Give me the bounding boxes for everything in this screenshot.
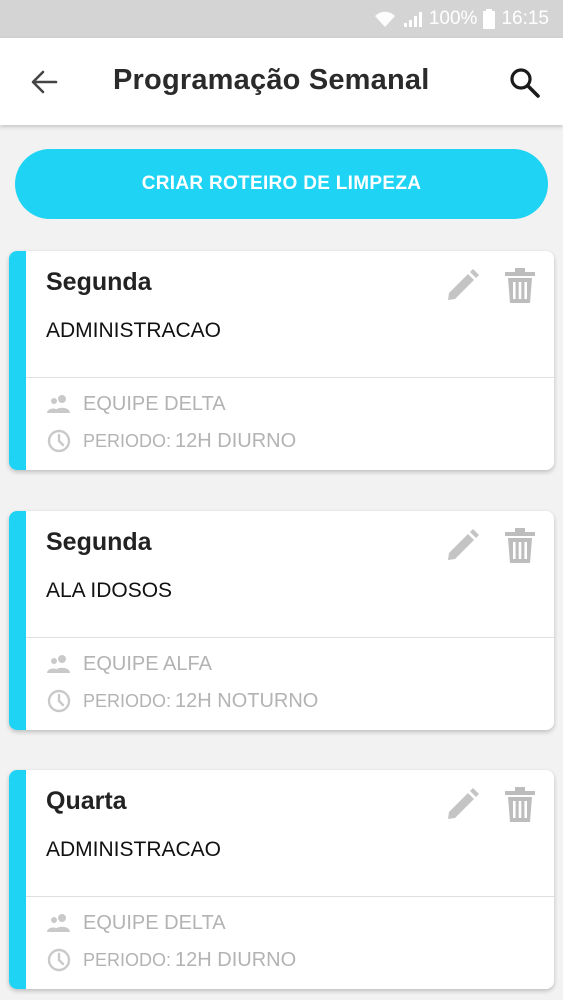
card-divider <box>26 377 554 378</box>
pencil-icon[interactable] <box>444 268 480 304</box>
arrow-left-icon[interactable] <box>28 66 60 98</box>
card-team-row: EQUIPE DELTA <box>46 910 226 936</box>
people-icon <box>47 655 70 673</box>
card-accent-bar <box>9 511 26 730</box>
card-period-row: PERIODO: 12H DIURNO <box>46 428 296 454</box>
clock-icon <box>47 689 71 713</box>
card-day: Segunda <box>46 268 152 296</box>
battery-percent: 100% <box>428 8 478 29</box>
card-divider <box>26 637 554 638</box>
card-accent-bar <box>9 251 26 470</box>
schedule-card[interactable]: Segunda ADMINISTRACAO EQUIPE DELTA PERIO… <box>9 251 554 470</box>
schedule-card[interactable]: Segunda ALA IDOSOS EQUIPE ALFA PERIODO: … <box>9 511 554 730</box>
card-area: ADMINISTRACAO <box>46 838 222 861</box>
card-day: Quarta <box>46 787 127 815</box>
card-period-label: PERIODO: <box>83 949 172 970</box>
card-team-row: EQUIPE ALFA <box>46 651 212 677</box>
clock-icon <box>47 429 71 453</box>
trash-icon[interactable] <box>503 268 537 304</box>
app-bar: Programação Semanal <box>0 38 563 125</box>
card-divider <box>26 896 554 897</box>
schedule-card[interactable]: Quarta ADMINISTRACAO EQUIPE DELTA PERIOD… <box>9 770 554 989</box>
card-period-value: 12H NOTURNO <box>175 689 319 712</box>
pencil-icon[interactable] <box>444 528 480 564</box>
create-cleaning-route-button[interactable]: CRIAR ROTEIRO DE LIMPEZA <box>15 149 548 219</box>
clock-time: 16:15 <box>501 8 549 29</box>
card-period-label: PERIODO: <box>83 430 172 451</box>
card-area: ALA IDOSOS <box>46 579 173 602</box>
trash-icon[interactable] <box>503 787 537 823</box>
card-team-row: EQUIPE DELTA <box>46 391 226 417</box>
pencil-icon[interactable] <box>444 787 480 823</box>
card-period-row: PERIODO: 12H NOTURNO <box>46 688 318 714</box>
clock-icon <box>47 948 71 972</box>
page-title: Programação Semanal <box>113 64 430 96</box>
people-icon <box>47 914 70 932</box>
trash-icon[interactable] <box>503 528 537 564</box>
signal-icon <box>403 12 422 27</box>
card-team: EQUIPE DELTA <box>83 911 226 934</box>
card-team: EQUIPE ALFA <box>83 652 212 675</box>
card-period-label: PERIODO: <box>83 690 172 711</box>
search-icon[interactable] <box>508 66 542 100</box>
status-bar: 100% 16:15 <box>0 0 563 38</box>
card-accent-bar <box>9 770 26 989</box>
battery-icon <box>483 9 496 29</box>
card-period-value: 12H DIURNO <box>175 429 297 452</box>
card-day: Segunda <box>46 528 152 556</box>
people-icon <box>47 395 70 413</box>
card-team: EQUIPE DELTA <box>83 392 226 415</box>
card-period-row: PERIODO: 12H DIURNO <box>46 947 296 973</box>
card-area: ADMINISTRACAO <box>46 319 222 342</box>
card-period-value: 12H DIURNO <box>175 948 297 971</box>
wifi-icon <box>374 11 395 27</box>
